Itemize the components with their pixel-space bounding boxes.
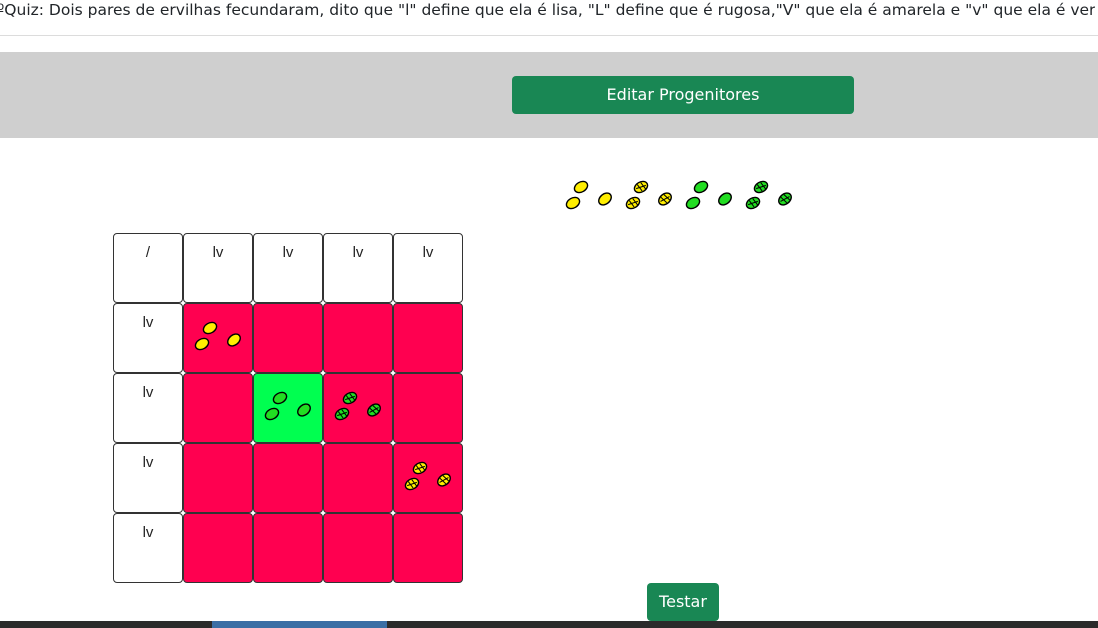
offspring-drop-cell[interactable]: [323, 443, 393, 513]
toolbar: Editar Progenitores: [0, 52, 1098, 138]
cell-label: lv: [142, 524, 154, 541]
wrinkled-pea-icon: [342, 391, 358, 405]
cell-label: lv: [142, 314, 154, 331]
cell-label: lv: [212, 244, 224, 261]
column-header-cell: lv: [183, 233, 253, 303]
wrinkled-pea-icon: [633, 180, 649, 194]
smooth-pea-icon: [598, 192, 612, 206]
smooth-pea-icon: [573, 180, 589, 194]
wrinkled-pea-icon: [367, 403, 381, 417]
offspring-peas[interactable]: [184, 304, 252, 372]
offspring-drop-cell[interactable]: [183, 443, 253, 513]
edit-parents-button[interactable]: Editar Progenitores: [512, 76, 854, 114]
wrinkled-pea-icon: [625, 196, 641, 210]
smooth-pea-icon: [264, 407, 280, 421]
offspring-drop-cell[interactable]: [253, 373, 323, 443]
quiz-question: ºQuiz: Dois pares de ervilhas fecundaram…: [0, 1, 1095, 19]
cell-label: lv: [142, 384, 154, 401]
offspring-drop-cell[interactable]: [323, 373, 393, 443]
wrinkled-pea-icon: [658, 192, 672, 206]
wrinkled-pea-icon: [753, 180, 769, 194]
cell-label: lv: [352, 244, 364, 261]
smooth-pea-icon: [685, 196, 701, 210]
wrinkled-pea-icon: [334, 407, 350, 421]
smooth-pea-icon: [272, 391, 288, 405]
offspring-drop-cell[interactable]: [393, 513, 463, 583]
smooth-pea-icon: [565, 196, 581, 210]
punnett-square: / lv lv lv lv lv lv lv lv: [113, 233, 463, 583]
smooth-pea-icon: [718, 192, 732, 206]
wrinkled-pea-icon: [412, 461, 428, 475]
wrinkled-pea-icon: [437, 473, 451, 487]
offspring-peas[interactable]: [324, 374, 392, 442]
offspring-drop-cell[interactable]: [253, 513, 323, 583]
offspring-peas[interactable]: [254, 374, 322, 442]
smooth-pea-icon: [194, 337, 210, 351]
offspring-drop-cell[interactable]: [323, 513, 393, 583]
cell-label: /: [145, 244, 151, 261]
punnett-corner-cell: /: [113, 233, 183, 303]
offspring-drop-cell[interactable]: [393, 443, 463, 513]
offspring-peas[interactable]: [394, 444, 462, 512]
row-header-cell: lv: [113, 443, 183, 513]
offspring-drop-cell[interactable]: [393, 373, 463, 443]
taskbar: [0, 621, 1098, 628]
test-button[interactable]: Testar: [647, 583, 719, 621]
smooth-pea-icon: [297, 403, 311, 417]
offspring-drop-cell[interactable]: [183, 513, 253, 583]
smooth-pea-icon: [227, 333, 241, 347]
row-header-cell: lv: [113, 513, 183, 583]
cell-label: lv: [142, 454, 154, 471]
offspring-drop-cell[interactable]: [323, 303, 393, 373]
wrinkled-pea-icon: [404, 477, 420, 491]
column-header-cell: lv: [253, 233, 323, 303]
parent-peas: [565, 180, 792, 210]
taskbar-active-item[interactable]: [212, 621, 387, 628]
cell-label: lv: [282, 244, 294, 261]
wrinkled-pea-icon: [778, 192, 792, 206]
offspring-drop-cell[interactable]: [393, 303, 463, 373]
row-header-cell: lv: [113, 373, 183, 443]
divider: [0, 35, 1098, 36]
offspring-drop-cell[interactable]: [183, 303, 253, 373]
smooth-pea-icon: [693, 180, 709, 194]
column-header-cell: lv: [393, 233, 463, 303]
offspring-drop-cell[interactable]: [253, 443, 323, 513]
cell-label: lv: [422, 244, 434, 261]
smooth-pea-icon: [202, 321, 218, 335]
offspring-drop-cell[interactable]: [253, 303, 323, 373]
column-header-cell: lv: [323, 233, 393, 303]
offspring-drop-cell[interactable]: [183, 373, 253, 443]
wrinkled-pea-icon: [745, 196, 761, 210]
row-header-cell: lv: [113, 303, 183, 373]
